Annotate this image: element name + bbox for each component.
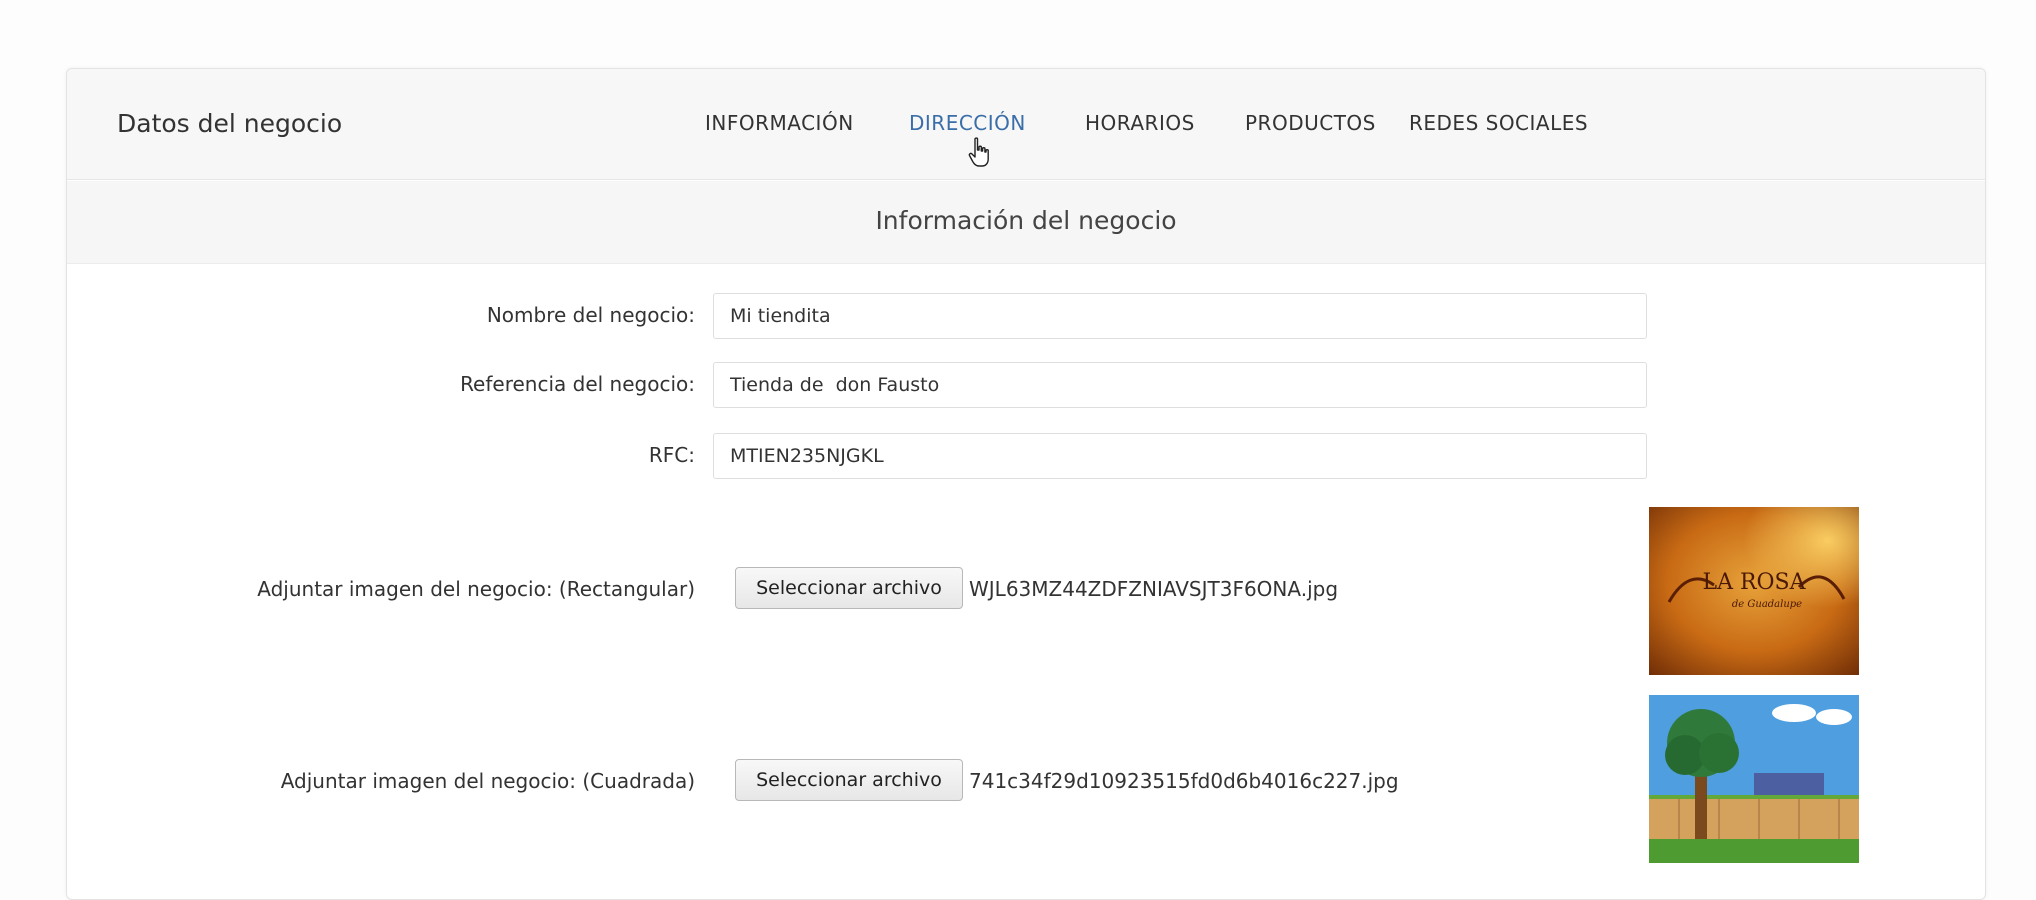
- rect-image-label: Adjuntar imagen del negocio: (Rectangula…: [257, 577, 695, 601]
- square-image-select-button[interactable]: Seleccionar archivo: [735, 759, 963, 801]
- preview-logo-text: LA ROSA: [1702, 570, 1806, 595]
- top-navbar: Datos del negocio INFORMACIÓN DIRECCIÓN …: [67, 69, 1985, 180]
- rect-image-filename: WJL63MZ44ZDFZNIAVSJT3F6ONA.jpg: [969, 577, 1339, 601]
- rect-image-select-button[interactable]: Seleccionar archivo: [735, 567, 963, 609]
- square-image-preview: [1649, 695, 1859, 863]
- preview-logo-subtext: de Guadalupe: [1732, 599, 1802, 610]
- navbar-brand[interactable]: Datos del negocio: [117, 109, 342, 138]
- square-image-filename: 741c34f29d10923515fd0d6b4016c227.jpg: [969, 769, 1399, 793]
- business-name-input[interactable]: [713, 293, 1647, 339]
- tab-direccion[interactable]: DIRECCIÓN: [909, 111, 1026, 135]
- tab-productos[interactable]: PRODUCTOS: [1245, 111, 1376, 135]
- square-image-label: Adjuntar imagen del negocio: (Cuadrada): [280, 769, 695, 793]
- rfc-label: RFC:: [648, 443, 695, 467]
- hand-cursor-icon: [968, 137, 989, 167]
- tab-horarios[interactable]: HORARIOS: [1085, 111, 1195, 135]
- business-reference-label: Referencia del negocio:: [460, 372, 695, 396]
- rect-image-preview: LA ROSA de Guadalupe: [1649, 507, 1859, 675]
- section-title: Información del negocio: [67, 181, 1985, 264]
- business-panel: Datos del negocio INFORMACIÓN DIRECCIÓN …: [66, 68, 1986, 900]
- business-reference-input[interactable]: [713, 362, 1647, 408]
- tab-informacion[interactable]: INFORMACIÓN: [705, 111, 854, 135]
- tab-redes-sociales[interactable]: REDES SOCIALES: [1409, 111, 1588, 135]
- rfc-input[interactable]: [713, 433, 1647, 479]
- business-name-label: Nombre del negocio:: [486, 303, 695, 327]
